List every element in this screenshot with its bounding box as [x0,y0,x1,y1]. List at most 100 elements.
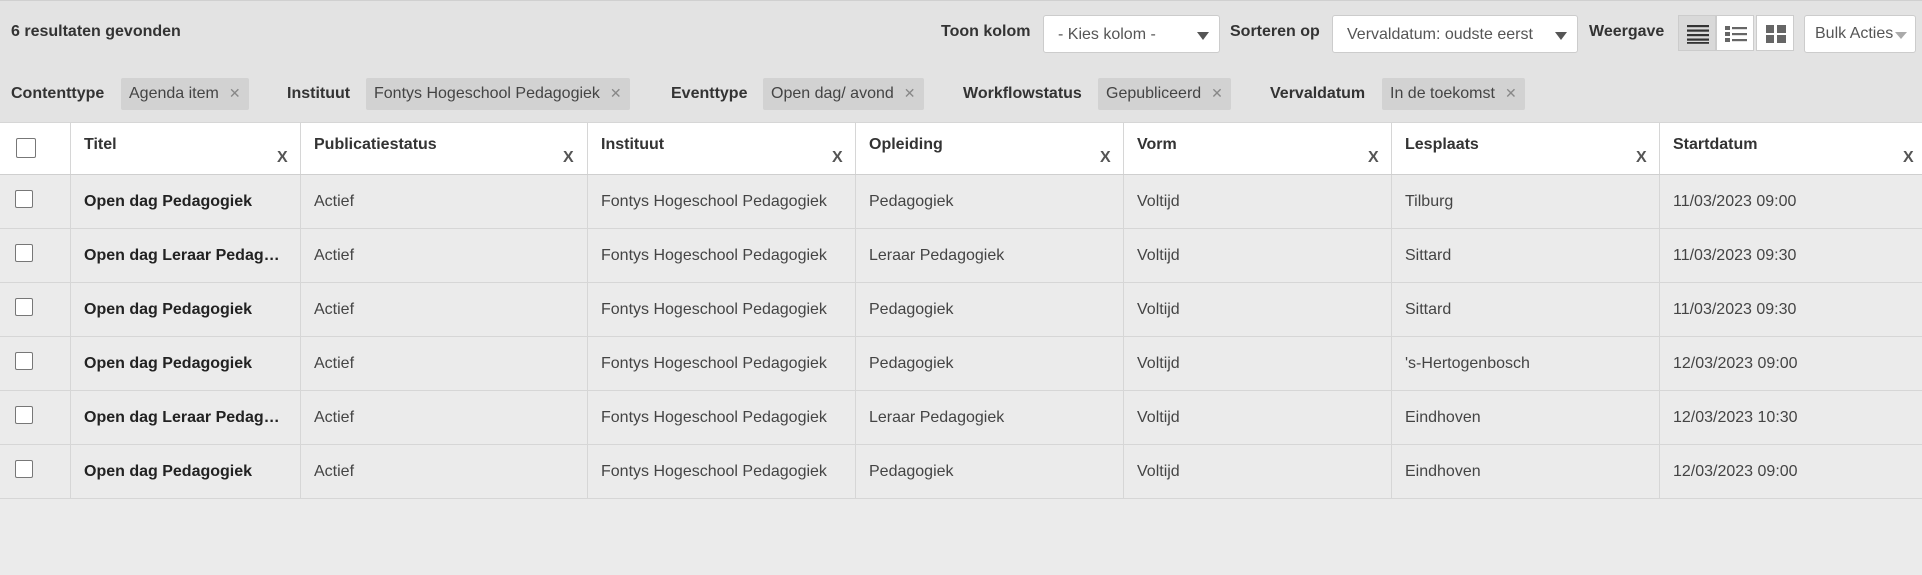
remove-column-button[interactable]: X [1903,136,1914,174]
chevron-down-icon [1895,32,1907,39]
table-row[interactable]: Open dag Leraar Pedagogiek Actief Fontys… [0,229,1922,283]
column-title: Opleiding [869,136,943,153]
chevron-down-icon [1197,32,1209,40]
remove-filter-icon[interactable]: ✕ [229,85,241,101]
row-select-cell [0,445,70,498]
toolbar: 6 resultaten gevonden Toon kolom - Kies … [0,0,1922,63]
sort-value: Vervaldatum: oudste eerst [1347,26,1533,43]
cell-opleiding: Pedagogiek [855,175,1123,228]
grid-view-icon [1766,25,1786,43]
cell-instituut: Fontys Hogeschool Pedagogiek [587,175,855,228]
cell-vorm: Voltijd [1123,445,1391,498]
sort-label: Sorteren op [1230,23,1320,40]
cell-publicatiestatus: Actief [300,391,587,444]
remove-column-button[interactable]: X [277,136,288,174]
table-row[interactable]: Open dag Leraar Pedagogiek Actief Fontys… [0,391,1922,445]
grid-view-button[interactable] [1756,15,1794,51]
row-checkbox[interactable] [15,298,33,316]
cell-titel[interactable]: Open dag Pedagogiek [70,337,300,390]
column-header-titel[interactable]: Titel X [70,123,300,174]
remove-filter-icon[interactable]: ✕ [610,85,622,101]
cell-lesplaats: 's-Hertogenbosch [1391,337,1659,390]
list-view-button[interactable] [1716,15,1754,51]
remove-column-button[interactable]: X [1368,136,1379,174]
show-column-value: - Kies kolom - [1058,26,1156,43]
cell-opleiding: Leraar Pedagogiek [855,391,1123,444]
row-checkbox[interactable] [15,244,33,262]
cell-lesplaats: Sittard [1391,229,1659,282]
filter-chip-vervaldatum[interactable]: In de toekomst ✕ [1382,78,1525,110]
cell-titel[interactable]: Open dag Pedagogiek [70,175,300,228]
bulk-actions-label: Bulk Acties [1815,25,1894,42]
cell-titel[interactable]: Open dag Leraar Pedagogiek [70,229,300,282]
filter-label-instituut: Instituut [287,85,351,102]
row-checkbox[interactable] [15,352,33,370]
filter-value: Fontys Hogeschool Pedagogiek [374,85,600,102]
cell-instituut: Fontys Hogeschool Pedagogiek [587,283,855,336]
row-checkbox[interactable] [15,190,33,208]
cell-lesplaats: Sittard [1391,283,1659,336]
cell-publicatiestatus: Actief [300,175,587,228]
filter-chip-contenttype[interactable]: Agenda item ✕ [121,78,249,110]
table-row[interactable]: Open dag Pedagogiek Actief Fontys Hogesc… [0,283,1922,337]
filter-chip-eventtype[interactable]: Open dag/ avond ✕ [763,78,924,110]
cell-lesplaats: Eindhoven [1391,391,1659,444]
remove-column-button[interactable]: X [563,136,574,174]
row-checkbox[interactable] [15,406,33,424]
column-title: Instituut [601,136,665,153]
cell-publicatiestatus: Actief [300,337,587,390]
cell-vorm: Voltijd [1123,229,1391,282]
filter-label-workflowstatus: Workflowstatus [963,85,1082,102]
cell-vorm: Voltijd [1123,391,1391,444]
cell-titel[interactable]: Open dag Pedagogiek [70,445,300,498]
show-column-select[interactable]: - Kies kolom - [1043,15,1220,53]
remove-column-button[interactable]: X [832,136,843,174]
cell-startdatum: 12/03/2023 09:00 [1659,445,1922,498]
column-title: Vorm [1137,136,1177,153]
cell-titel[interactable]: Open dag Leraar Pedagogiek [70,391,300,444]
cell-opleiding: Leraar Pedagogiek [855,229,1123,282]
cell-opleiding: Pedagogiek [855,445,1123,498]
table-row[interactable]: Open dag Pedagogiek Actief Fontys Hogesc… [0,175,1922,229]
sort-select[interactable]: Vervaldatum: oudste eerst [1332,15,1578,53]
table-row[interactable]: Open dag Pedagogiek Actief Fontys Hogesc… [0,337,1922,391]
row-select-cell [0,337,70,390]
remove-filter-icon[interactable]: ✕ [904,85,916,101]
cell-opleiding: Pedagogiek [855,337,1123,390]
column-header-lesplaats[interactable]: Lesplaats X [1391,123,1659,174]
cell-instituut: Fontys Hogeschool Pedagogiek [587,391,855,444]
bulk-actions-button[interactable]: Bulk Acties [1804,15,1916,53]
filter-chip-workflowstatus[interactable]: Gepubliceerd ✕ [1098,78,1231,110]
row-select-cell [0,391,70,444]
table-view-button[interactable] [1678,15,1716,51]
column-header-opleiding[interactable]: Opleiding X [855,123,1123,174]
column-header-vorm[interactable]: Vorm X [1123,123,1391,174]
filter-chip-instituut[interactable]: Fontys Hogeschool Pedagogiek ✕ [366,78,630,110]
table-row[interactable]: Open dag Pedagogiek Actief Fontys Hogesc… [0,445,1922,499]
table-view-icon [1687,25,1709,44]
filter-value: Open dag/ avond [771,85,894,102]
cell-instituut: Fontys Hogeschool Pedagogiek [587,337,855,390]
select-all-cell [0,123,70,174]
remove-column-button[interactable]: X [1636,136,1647,174]
filter-label-eventtype: Eventtype [671,85,748,102]
select-all-checkbox[interactable] [16,138,36,158]
cell-vorm: Voltijd [1123,337,1391,390]
view-label: Weergave [1589,23,1665,40]
cell-startdatum: 11/03/2023 09:30 [1659,283,1922,336]
cell-vorm: Voltijd [1123,283,1391,336]
filter-label-vervaldatum: Vervaldatum [1270,85,1366,102]
row-select-cell [0,283,70,336]
column-header-publicatiestatus[interactable]: Publicatiestatus X [300,123,587,174]
row-checkbox[interactable] [15,460,33,478]
column-title: Lesplaats [1405,136,1479,153]
column-title: Publicatiestatus [314,136,437,153]
column-header-startdatum[interactable]: Startdatum X [1659,123,1922,174]
remove-filter-icon[interactable]: ✕ [1211,85,1223,101]
remove-column-button[interactable]: X [1100,136,1111,174]
cell-startdatum: 12/03/2023 10:30 [1659,391,1922,444]
cell-titel[interactable]: Open dag Pedagogiek [70,283,300,336]
results-table: Titel X Publicatiestatus X Instituut X O… [0,122,1922,499]
column-header-instituut[interactable]: Instituut X [587,123,855,174]
remove-filter-icon[interactable]: ✕ [1505,85,1517,101]
